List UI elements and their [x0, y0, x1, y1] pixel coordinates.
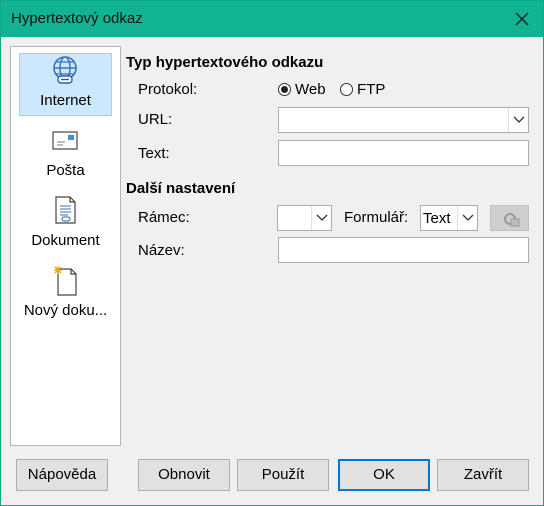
radio-web[interactable]: Web: [278, 81, 326, 98]
url-combobox[interactable]: [278, 107, 529, 133]
close-icon[interactable]: [511, 8, 533, 30]
radio-ftp-dot[interactable]: [340, 83, 353, 96]
radio-ftp[interactable]: FTP: [340, 81, 385, 98]
sidebar-item-label: Pošta: [46, 162, 85, 179]
chevron-down-icon[interactable]: [508, 108, 528, 132]
form-combobox[interactable]: Text: [420, 205, 478, 231]
envelope-icon: [49, 124, 81, 156]
chevron-down-icon[interactable]: [311, 206, 331, 230]
sidebar-item-label: Dokument: [31, 232, 100, 249]
globe-link-icon: [49, 54, 81, 86]
frame-label: Rámec:: [138, 209, 190, 226]
protocol-label: Protokol:: [138, 81, 198, 98]
hyperlink-dialog: Hypertextový odkaz Internet Pošta Dokume…: [0, 0, 544, 506]
name-field[interactable]: [278, 237, 529, 263]
sidebar-item-mail[interactable]: Pošta: [11, 120, 120, 188]
radio-web-label: Web: [295, 81, 326, 98]
sidebar-item-document[interactable]: Dokument: [11, 190, 120, 258]
events-macro-icon: [502, 210, 520, 232]
radio-ftp-label: FTP: [357, 81, 386, 98]
category-sidebar: Internet Pošta Dokument Nový doku...: [10, 46, 121, 446]
apply-button[interactable]: Použít: [237, 459, 329, 491]
chevron-down-icon[interactable]: [457, 206, 477, 230]
title-bar: Hypertextový odkaz: [1, 1, 543, 37]
close-button[interactable]: Zavřít: [437, 459, 529, 491]
sidebar-item-internet[interactable]: Internet: [11, 50, 120, 118]
url-label: URL:: [138, 111, 173, 128]
text-field[interactable]: [278, 140, 529, 166]
sidebar-item-label: Internet: [40, 92, 91, 109]
form-value: Text: [423, 210, 451, 227]
radio-web-dot[interactable]: [278, 83, 291, 96]
window-title: Hypertextový odkaz: [11, 10, 143, 27]
more-section-heading: Další nastavení: [126, 180, 236, 197]
type-section-heading: Typ hypertextového odkazu: [126, 54, 324, 71]
document-icon: [49, 194, 81, 226]
sidebar-item-new-document[interactable]: Nový doku...: [11, 260, 120, 328]
text-label: Text:: [138, 145, 170, 162]
frame-combobox[interactable]: [277, 205, 332, 231]
events-button[interactable]: [490, 205, 529, 231]
help-button[interactable]: Nápověda: [16, 459, 108, 491]
name-label: Název:: [138, 242, 185, 259]
reset-button[interactable]: Obnovit: [138, 459, 230, 491]
sidebar-item-label: Nový doku...: [23, 302, 108, 319]
new-document-icon: [49, 264, 81, 296]
ok-button[interactable]: OK: [338, 459, 430, 491]
form-label: Formulář:: [344, 209, 409, 226]
